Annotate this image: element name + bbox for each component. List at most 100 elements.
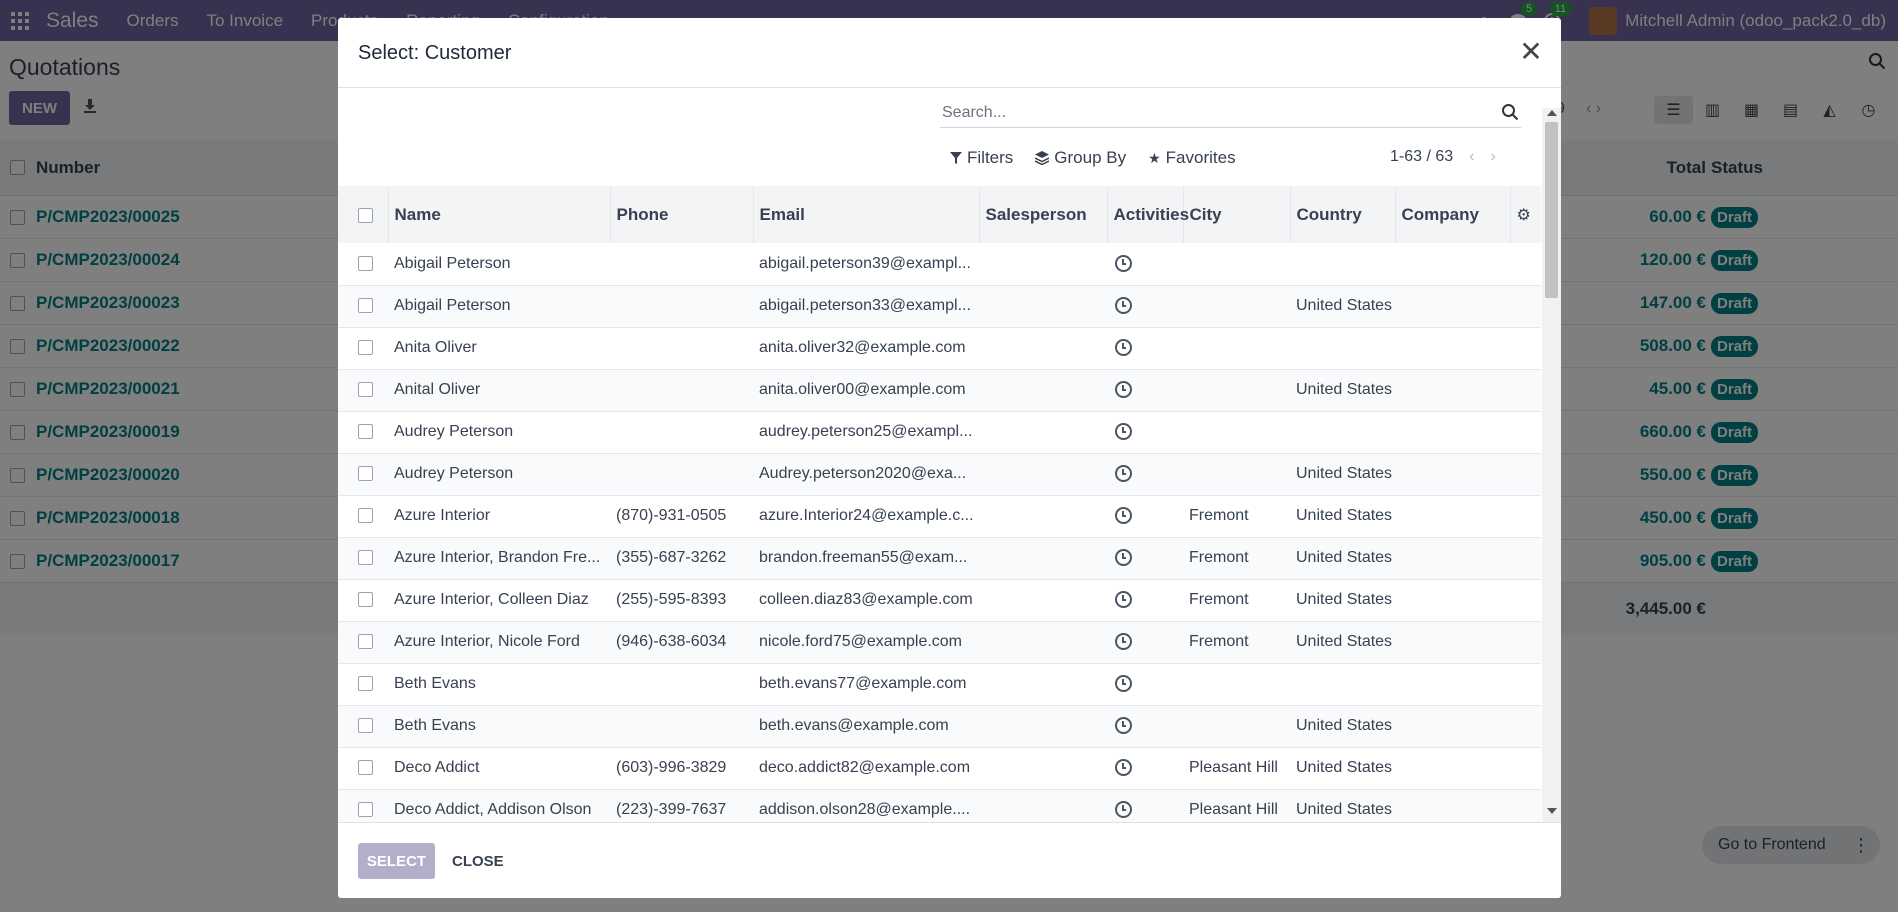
row-checkbox[interactable] bbox=[358, 760, 373, 776]
scroll-down-icon[interactable] bbox=[1547, 808, 1557, 814]
clock-icon[interactable] bbox=[1115, 381, 1132, 399]
sliders-icon[interactable]: ⚙ bbox=[1517, 207, 1531, 224]
cell-city: Fremont bbox=[1183, 495, 1290, 538]
table-row[interactable]: Beth Evans beth.evans77@example.com bbox=[338, 663, 1541, 706]
cell-company bbox=[1395, 285, 1510, 328]
cell-company bbox=[1395, 495, 1510, 538]
row-checkbox[interactable] bbox=[358, 340, 373, 356]
cell-email: nicole.ford75@example.com bbox=[753, 621, 979, 664]
row-checkbox[interactable] bbox=[358, 802, 373, 818]
cell-city: Pleasant Hill bbox=[1183, 747, 1290, 790]
table-row[interactable]: Deco Addict (603)-996-3829 deco.addict82@e… bbox=[338, 747, 1541, 790]
cell-salesperson bbox=[979, 243, 1107, 286]
select-all-checkbox[interactable] bbox=[358, 207, 373, 223]
clock-icon[interactable] bbox=[1115, 801, 1132, 819]
scrollbar[interactable] bbox=[1542, 108, 1561, 822]
modal-footer: SELECT CLOSE bbox=[338, 822, 1561, 898]
table-row[interactable]: Beth Evans beth.evans@example.com United S… bbox=[338, 705, 1541, 748]
cell-country bbox=[1290, 243, 1395, 286]
clock-icon[interactable] bbox=[1115, 339, 1132, 357]
pager-previous-icon[interactable]: ‹ bbox=[1469, 148, 1474, 166]
cell-email: brandon.freeman55@exam... bbox=[753, 537, 979, 580]
row-checkbox[interactable] bbox=[358, 466, 373, 482]
col-company[interactable]: Company bbox=[1395, 186, 1511, 243]
table-row[interactable]: Azure Interior, Brandon Fre... (355)-687-… bbox=[338, 537, 1541, 580]
filters-button[interactable]: Filters bbox=[950, 148, 1013, 168]
table-row[interactable]: Anital Oliver anita.oliver00@example.com U… bbox=[338, 369, 1541, 412]
table-row[interactable]: Audrey Peterson Audrey.peterson2020@exa..… bbox=[338, 453, 1541, 496]
clock-icon[interactable] bbox=[1115, 591, 1132, 609]
row-checkbox[interactable] bbox=[358, 634, 373, 650]
col-phone[interactable]: Phone bbox=[610, 186, 754, 243]
cell-salesperson bbox=[979, 285, 1107, 328]
group-by-button[interactable]: Group By bbox=[1035, 148, 1126, 168]
scroll-thumb[interactable] bbox=[1545, 122, 1558, 298]
cell-phone bbox=[610, 705, 753, 748]
cell-phone bbox=[610, 369, 753, 412]
close-icon[interactable]: ✕ bbox=[1517, 38, 1545, 66]
clock-icon[interactable] bbox=[1115, 297, 1132, 315]
clock-icon[interactable] bbox=[1115, 759, 1132, 777]
cell-salesperson bbox=[979, 411, 1107, 454]
cell-salesperson bbox=[979, 663, 1107, 706]
clock-icon[interactable] bbox=[1115, 255, 1132, 273]
row-checkbox[interactable] bbox=[358, 256, 373, 272]
close-button[interactable]: CLOSE bbox=[446, 843, 510, 879]
group-by-label: Group By bbox=[1054, 148, 1127, 167]
col-activities[interactable]: Activities bbox=[1107, 186, 1189, 243]
clock-icon[interactable] bbox=[1115, 507, 1132, 525]
cell-name: Azure Interior bbox=[388, 495, 610, 538]
row-checkbox[interactable] bbox=[358, 718, 373, 734]
clock-icon[interactable] bbox=[1115, 465, 1132, 483]
modal-title: Select: Customer bbox=[358, 42, 512, 64]
pager-value[interactable]: 1-63 / 63 bbox=[1390, 148, 1453, 166]
col-country[interactable]: Country bbox=[1290, 186, 1396, 243]
search-input[interactable] bbox=[940, 103, 1480, 122]
favorites-button[interactable]: ★ Favorites bbox=[1148, 148, 1235, 168]
table-row[interactable]: Azure Interior, Nicole Ford (946)-638-603… bbox=[338, 621, 1541, 664]
select-button[interactable]: SELECT bbox=[358, 843, 435, 879]
clock-icon[interactable] bbox=[1115, 675, 1132, 693]
search-icon[interactable] bbox=[1501, 103, 1519, 121]
cell-salesperson bbox=[979, 579, 1107, 622]
clock-icon[interactable] bbox=[1115, 717, 1132, 735]
clock-icon[interactable] bbox=[1115, 633, 1132, 651]
search-options: Filters Group By ★ Favorites bbox=[950, 148, 1258, 168]
cell-name: Audrey Peterson bbox=[388, 411, 610, 454]
table-row[interactable]: Deco Addict, Addison Olson (223)-399-7637… bbox=[338, 789, 1541, 822]
cell-company bbox=[1395, 621, 1510, 664]
clock-icon[interactable] bbox=[1115, 549, 1132, 567]
table-row[interactable]: Audrey Peterson audrey.peterson25@exampl.… bbox=[338, 411, 1541, 454]
row-checkbox[interactable] bbox=[358, 550, 373, 566]
cell-email: audrey.peterson25@exampl... bbox=[753, 411, 979, 454]
row-checkbox[interactable] bbox=[358, 592, 373, 608]
row-checkbox[interactable] bbox=[358, 424, 373, 440]
table-row[interactable]: Abigail Peterson abigail.peterson39@examp… bbox=[338, 243, 1541, 286]
table-row[interactable]: Azure Interior, Colleen Diaz (255)-595-83… bbox=[338, 579, 1541, 622]
col-city[interactable]: City bbox=[1183, 186, 1291, 243]
cell-country: United States bbox=[1290, 495, 1395, 538]
col-email[interactable]: Email bbox=[753, 186, 980, 243]
clock-icon[interactable] bbox=[1115, 423, 1132, 441]
row-checkbox[interactable] bbox=[358, 382, 373, 398]
cell-email: anita.oliver32@example.com bbox=[753, 327, 979, 370]
cell-name: Anita Oliver bbox=[388, 327, 610, 370]
cell-phone bbox=[610, 663, 753, 706]
cell-salesperson bbox=[979, 747, 1107, 790]
search-bar bbox=[940, 98, 1521, 128]
table-row[interactable]: Abigail Peterson abigail.peterson33@examp… bbox=[338, 285, 1541, 328]
pager: 1-63 / 63 ‹ › bbox=[1390, 148, 1496, 166]
row-checkbox[interactable] bbox=[358, 298, 373, 314]
table-row[interactable]: Anita Oliver anita.oliver32@example.com bbox=[338, 327, 1541, 370]
pager-next-icon[interactable]: › bbox=[1490, 148, 1495, 166]
col-salesperson[interactable]: Salesperson bbox=[979, 186, 1108, 243]
row-checkbox[interactable] bbox=[358, 508, 373, 524]
cell-city: Pleasant Hill bbox=[1183, 789, 1290, 822]
row-checkbox[interactable] bbox=[358, 676, 373, 692]
table-row[interactable]: Azure Interior (870)-931-0505 azure.Interi… bbox=[338, 495, 1541, 538]
cell-name: Beth Evans bbox=[388, 705, 610, 748]
scroll-up-icon[interactable] bbox=[1547, 110, 1557, 116]
cell-email: addison.olson28@example.... bbox=[753, 789, 979, 822]
cell-salesperson bbox=[979, 453, 1107, 496]
col-name[interactable]: Name bbox=[388, 186, 611, 243]
